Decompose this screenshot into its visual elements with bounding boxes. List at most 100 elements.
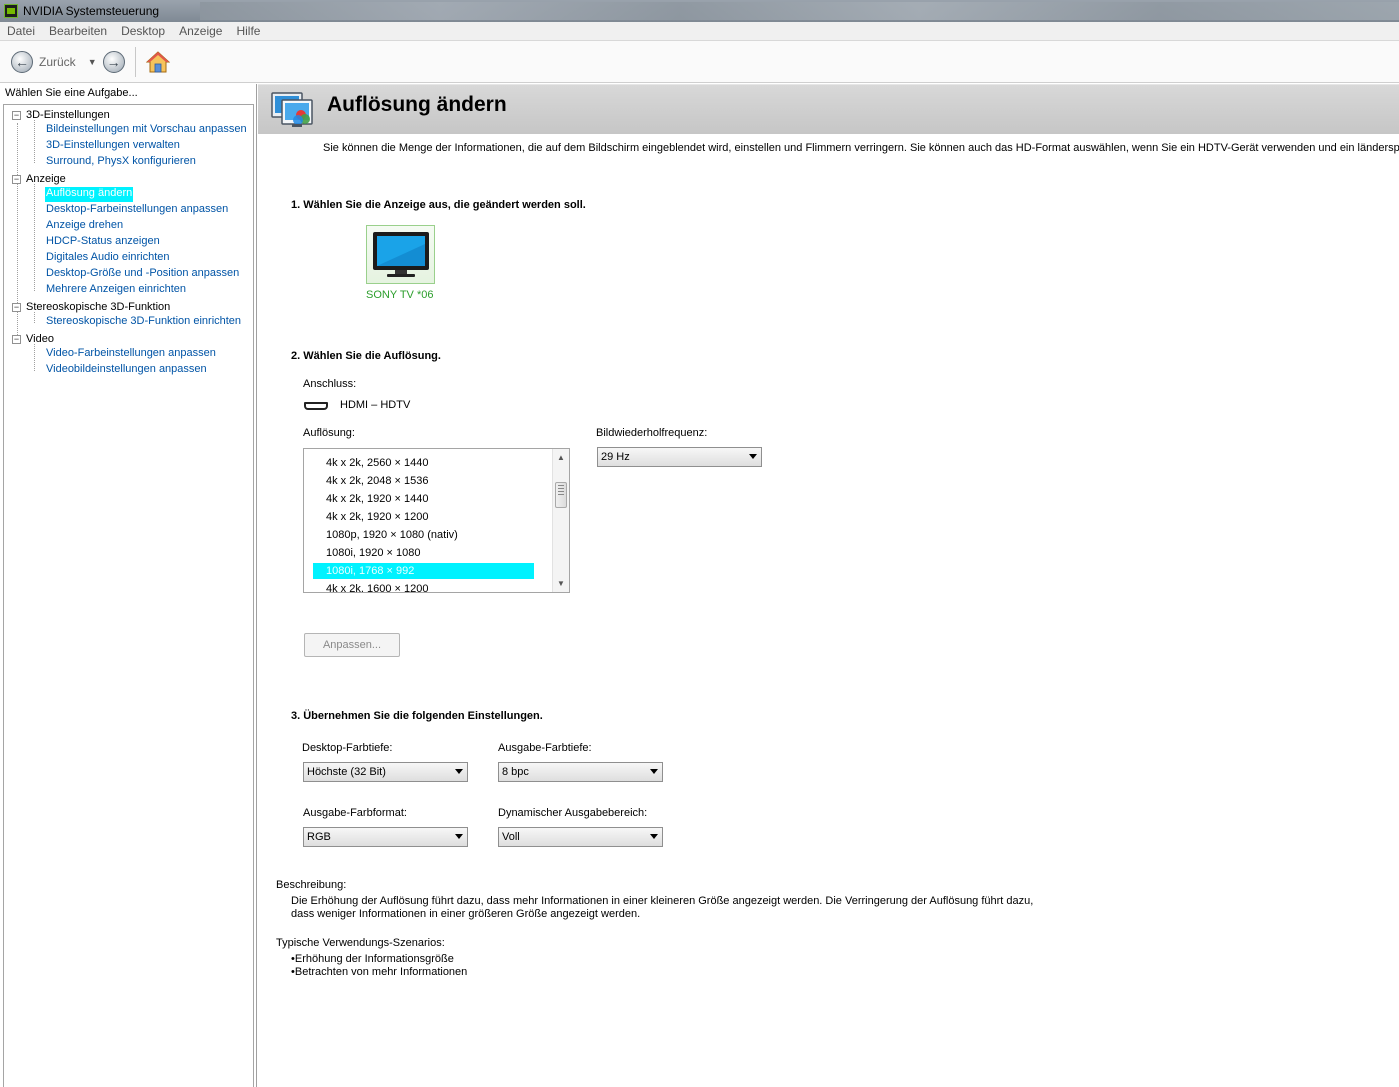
section2-title: 2. Wählen Sie die Auflösung.	[291, 350, 441, 362]
tree-category-display[interactable]: − Anzeige	[12, 172, 66, 186]
output-color-format-dropdown[interactable]: RGB	[303, 827, 468, 847]
chevron-down-icon	[749, 454, 757, 459]
output-color-depth-dropdown[interactable]: 8 bpc	[498, 762, 663, 782]
scenario-text: Betrachten von mehr Informationen	[294, 966, 468, 978]
tree-item-desktop-color[interactable]: Desktop-Farbeinstellungen anpassen	[45, 203, 229, 218]
tree-item-setup-stereoscopic-3d[interactable]: Stereoskopische 3D-Funktion einrichten	[45, 315, 242, 330]
connection-label: Anschluss:	[303, 378, 357, 390]
back-history-dropdown[interactable]: ▼	[88, 57, 97, 67]
tree-item-video-image[interactable]: Videobildeinstellungen anpassen	[45, 363, 208, 378]
output-color-depth-value: 8 bpc	[502, 766, 529, 778]
desktop-color-depth-dropdown[interactable]: Höchste (32 Bit)	[303, 762, 468, 782]
desktop-color-depth-label: Desktop-Farbtiefe:	[302, 742, 393, 754]
tree-item-surround-physx[interactable]: Surround, PhysX konfigurieren	[45, 155, 197, 170]
tree-category-video[interactable]: − Video	[12, 332, 54, 346]
tree-item-desktop-size-position[interactable]: Desktop-Größe und -Position anpassen	[45, 267, 240, 282]
output-color-format-label: Ausgabe-Farbformat:	[303, 807, 407, 819]
tree-item-digital-audio[interactable]: Digitales Audio einrichten	[45, 251, 171, 266]
tree-connector	[34, 184, 35, 291]
refresh-rate-dropdown[interactable]: 29 Hz	[597, 447, 762, 467]
chevron-down-icon	[650, 834, 658, 839]
scrollbar-thumb[interactable]	[555, 482, 567, 508]
tree-category-3d-settings[interactable]: − 3D-Einstellungen	[12, 108, 110, 122]
dynamic-range-value: Voll	[502, 831, 520, 843]
description-label: Beschreibung:	[276, 879, 347, 891]
section3-title: 3. Übernehmen Sie die folgenden Einstell…	[291, 710, 543, 722]
menu-anzeige[interactable]: Anzeige	[172, 24, 229, 38]
tree-item-rotate-display[interactable]: Anzeige drehen	[45, 219, 124, 234]
task-panel-header: Wählen Sie eine Aufgabe...	[5, 87, 138, 99]
tree-item-hdcp-status[interactable]: HDCP-Status anzeigen	[45, 235, 161, 250]
scenario-text: Erhöhung der Informationsgröße	[294, 953, 454, 965]
back-button[interactable]: ← Zurück	[11, 50, 76, 73]
menu-bearbeiten[interactable]: Bearbeiten	[42, 24, 114, 38]
tv-icon	[371, 230, 431, 280]
menu-datei[interactable]: Datei	[0, 24, 42, 38]
resolution-option[interactable]: 1080p, 1920 × 1080 (nativ)	[313, 527, 534, 543]
tree-item-manage-3d-settings[interactable]: 3D-Einstellungen verwalten	[45, 139, 181, 154]
resolution-list-scrollbar[interactable]: ▲ ▼	[552, 449, 569, 592]
back-arrow-icon: ←	[11, 50, 33, 73]
display-tile-sony-tv[interactable]	[366, 225, 435, 284]
resolution-option[interactable]: 4k x 2k, 2048 × 1536	[313, 473, 534, 489]
tree-item-image-settings-preview[interactable]: Bildeinstellungen mit Vorschau anpassen	[45, 123, 248, 138]
section1-title: 1. Wählen Sie die Anzeige aus, die geänd…	[291, 199, 586, 211]
scroll-up-icon[interactable]: ▲	[557, 453, 565, 462]
collapse-toggle-icon[interactable]: −	[12, 110, 21, 120]
window-title: NVIDIA Systemsteuerung	[23, 4, 160, 18]
resolution-label: Auflösung:	[303, 427, 355, 439]
desktop-color-depth-value: Höchste (32 Bit)	[307, 766, 386, 778]
background-taskbar-strip	[200, 2, 1399, 20]
category-label: 3D-Einstellungen	[26, 109, 110, 121]
resolution-option[interactable]: 4k x 2k, 1920 × 1440	[313, 491, 534, 507]
page-intro: Sie können die Menge der Informationen, …	[323, 142, 1399, 154]
scenarios-label: Typische Verwendungs-Szenarios:	[276, 937, 445, 949]
resolution-option[interactable]: 4k x 2k, 1920 × 1200	[313, 509, 534, 525]
collapse-toggle-icon[interactable]: −	[12, 334, 21, 344]
resolution-list[interactable]: 4k x 2k, 2560 × 1440 4k x 2k, 2048 × 153…	[303, 448, 570, 593]
resolution-option-selected[interactable]: 1080i, 1768 × 992	[313, 563, 534, 579]
chevron-down-icon	[455, 769, 463, 774]
display-settings-icon	[270, 90, 316, 130]
refresh-rate-value: 29 Hz	[601, 451, 630, 463]
customize-button[interactable]: Anpassen...	[304, 633, 400, 657]
task-tree: − 3D-Einstellungen Bildeinstellungen mit…	[3, 104, 254, 1087]
nvidia-app-icon	[4, 4, 18, 18]
category-label: Video	[26, 333, 54, 345]
tree-connector	[34, 120, 35, 163]
collapse-toggle-icon[interactable]: −	[12, 174, 21, 184]
dynamic-range-dropdown[interactable]: Voll	[498, 827, 663, 847]
category-label: Anzeige	[26, 173, 66, 185]
resolution-option[interactable]: 1080i, 1920 × 1080	[313, 545, 534, 561]
chevron-down-icon	[650, 769, 658, 774]
tree-item-video-color[interactable]: Video-Farbeinstellungen anpassen	[45, 347, 217, 362]
menu-bar: Datei Bearbeiten Desktop Anzeige Hilfe	[0, 22, 1399, 41]
forward-arrow-icon[interactable]: →	[102, 50, 125, 73]
page-title: Auflösung ändern	[327, 93, 507, 116]
tree-category-stereoscopic-3d[interactable]: − Stereoskopische 3D-Funktion	[12, 300, 170, 314]
description-line-2: dass weniger Informationen in einer größ…	[291, 908, 641, 920]
tree-item-change-resolution[interactable]: Auflösung ändern	[45, 187, 134, 202]
category-label: Stereoskopische 3D-Funktion	[26, 301, 171, 313]
display-name-label: SONY TV *06	[366, 289, 434, 301]
menu-desktop[interactable]: Desktop	[114, 24, 172, 38]
resolution-option[interactable]: 4k x 2k, 2560 × 1440	[313, 455, 534, 471]
toolbar-separator	[134, 46, 136, 77]
chevron-down-icon	[455, 834, 463, 839]
resolution-option[interactable]: 4k x 2k, 1600 × 1200	[313, 581, 534, 592]
description-line-1: Die Erhöhung der Auflösung führt dazu, d…	[291, 895, 1034, 907]
home-icon[interactable]	[145, 50, 170, 74]
tree-item-multiple-displays[interactable]: Mehrere Anzeigen einrichten	[45, 283, 187, 298]
refresh-rate-label: Bildwiederholfrequenz:	[596, 427, 708, 439]
scroll-down-icon[interactable]: ▼	[557, 579, 565, 588]
tree-connector	[34, 344, 35, 371]
dynamic-range-label: Dynamischer Ausgabebereich:	[498, 807, 648, 819]
toolbar: ← Zurück ▼ →	[0, 41, 1399, 83]
scenario-item: •Erhöhung der Informationsgröße	[291, 953, 454, 965]
page-header: Auflösung ändern	[258, 84, 1399, 134]
collapse-toggle-icon[interactable]: −	[12, 302, 21, 312]
menu-hilfe[interactable]: Hilfe	[229, 24, 267, 38]
hdmi-icon	[304, 402, 328, 410]
title-bar: NVIDIA Systemsteuerung	[0, 0, 1399, 22]
task-panel: Wählen Sie eine Aufgabe... − 3D-Einstell…	[0, 84, 257, 1087]
